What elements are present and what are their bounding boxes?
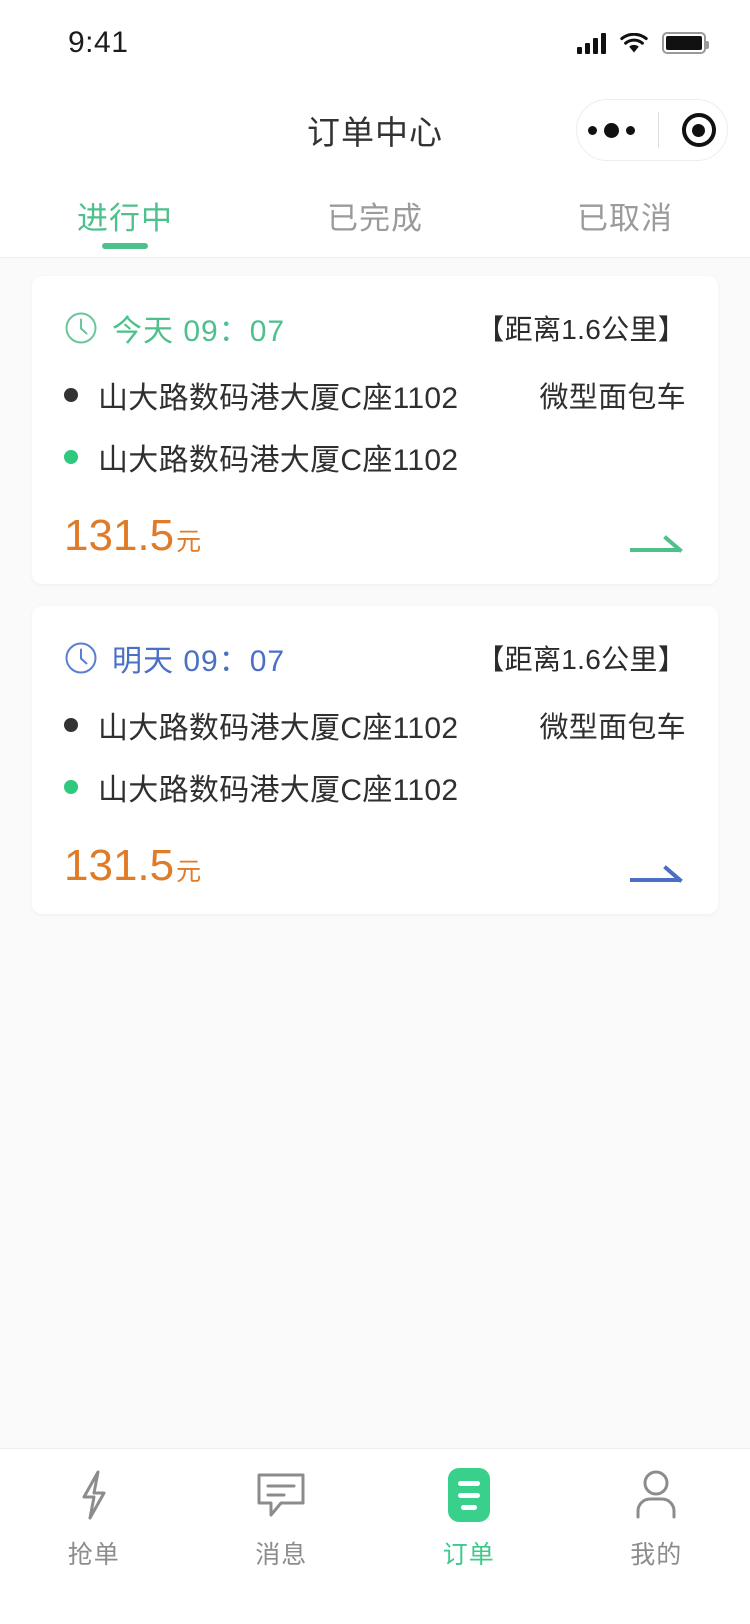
order-list: 今天 09：07 【距离1.6公里】 山大路数码港大厦C座1102 微型面包车 … [0, 258, 750, 1448]
pickup-row: 山大路数码港大厦C座1102 微型面包车 [64, 694, 686, 756]
order-price: 131.5 元 [64, 514, 201, 558]
chat-bubble-icon [255, 1467, 307, 1523]
arrow-right-icon[interactable] [628, 528, 686, 558]
order-time-group: 明天 09：07 [64, 636, 285, 680]
bottom-tab-bar: 抢单 消息 订单 我的 [0, 1448, 750, 1598]
order-price: 131.5 元 [64, 844, 201, 888]
order-time: 明天 09：07 [112, 645, 286, 678]
lightning-bolt-icon [75, 1467, 113, 1523]
status-bar: 9:41 [0, 0, 750, 86]
clock-icon [64, 311, 98, 345]
order-distance: 【距离1.6公里】 [476, 314, 686, 345]
clock-icon [64, 641, 98, 675]
tab-active-indicator [102, 243, 148, 249]
order-status-tabs: 进行中 已完成 已取消 [0, 174, 750, 258]
price-amount: 131.5 [64, 841, 175, 890]
order-card[interactable]: 今天 09：07 【距离1.6公里】 山大路数码港大厦C座1102 微型面包车 … [32, 276, 718, 584]
price-unit: 元 [176, 858, 202, 886]
dropoff-address: 山大路数码港大厦C座1102 [98, 444, 459, 477]
signal-bars-icon [577, 32, 606, 54]
tabbar-item-profile[interactable]: 我的 [563, 1467, 750, 1571]
tabbar-label: 我的 [630, 1541, 683, 1569]
page-title: 订单中心 [307, 114, 443, 151]
order-card-footer: 131.5 元 [64, 844, 686, 888]
dropoff-row: 山大路数码港大厦C座1102 [64, 426, 686, 488]
battery-full-icon [662, 32, 709, 54]
tabbar-item-grab-order[interactable]: 抢单 [0, 1467, 188, 1571]
more-dots-icon[interactable] [588, 122, 636, 138]
dropoff-address: 山大路数码港大厦C座1102 [98, 774, 459, 807]
tab-active-indicator [602, 243, 648, 249]
vehicle-type: 微型面包车 [539, 712, 686, 744]
pickup-row: 山大路数码港大厦C座1102 微型面包车 [64, 364, 686, 426]
order-card-footer: 131.5 元 [64, 514, 686, 558]
nav-bar: 订单中心 [0, 86, 750, 174]
price-amount: 131.5 [64, 511, 175, 560]
tab-cancelled[interactable]: 已取消 [500, 174, 750, 257]
tab-label: 已取消 [577, 201, 673, 236]
tabbar-label: 订单 [442, 1541, 495, 1569]
wifi-icon [620, 32, 648, 54]
tab-completed[interactable]: 已完成 [250, 174, 500, 257]
capsule-divider [657, 112, 659, 148]
home-indicator [0, 1598, 750, 1624]
dropoff-row: 山大路数码港大厦C座1102 [64, 756, 686, 818]
arrow-right-icon[interactable] [628, 858, 686, 888]
tabbar-item-messages[interactable]: 消息 [188, 1467, 376, 1571]
tab-active-indicator [352, 243, 398, 249]
tabbar-label: 消息 [255, 1541, 308, 1569]
order-time-group: 今天 09：07 [64, 306, 285, 350]
pickup-address: 山大路数码港大厦C座1102 [98, 712, 459, 745]
status-time: 9:41 [68, 26, 129, 59]
order-card[interactable]: 明天 09：07 【距离1.6公里】 山大路数码港大厦C座1102 微型面包车 … [32, 606, 718, 914]
pickup-address: 山大路数码港大厦C座1102 [98, 382, 459, 415]
order-card-header: 明天 09：07 【距离1.6公里】 [64, 636, 686, 680]
tabbar-item-orders[interactable]: 订单 [375, 1467, 563, 1571]
status-indicators [577, 32, 709, 54]
dropoff-dot-icon [64, 450, 78, 464]
tab-label: 进行中 [77, 201, 173, 236]
order-list-icon [447, 1467, 490, 1523]
pickup-dot-icon [64, 718, 78, 732]
tabbar-label: 抢单 [67, 1541, 120, 1569]
order-distance: 【距离1.6公里】 [476, 644, 686, 675]
dropoff-dot-icon [64, 780, 78, 794]
tab-in-progress[interactable]: 进行中 [0, 174, 250, 257]
person-icon [631, 1467, 681, 1523]
pickup-dot-icon [64, 388, 78, 402]
target-circle-icon[interactable] [681, 113, 716, 147]
wechat-capsule[interactable] [576, 99, 728, 161]
tab-label: 已完成 [327, 201, 423, 236]
app-screen: 9:41 订单中心 进行中 已完成 已取消 今天 09：07 【距离1.6公里】… [0, 0, 750, 1624]
vehicle-type: 微型面包车 [539, 382, 686, 414]
order-card-header: 今天 09：07 【距离1.6公里】 [64, 306, 686, 350]
order-time: 今天 09：07 [112, 315, 286, 348]
price-unit: 元 [176, 528, 202, 556]
